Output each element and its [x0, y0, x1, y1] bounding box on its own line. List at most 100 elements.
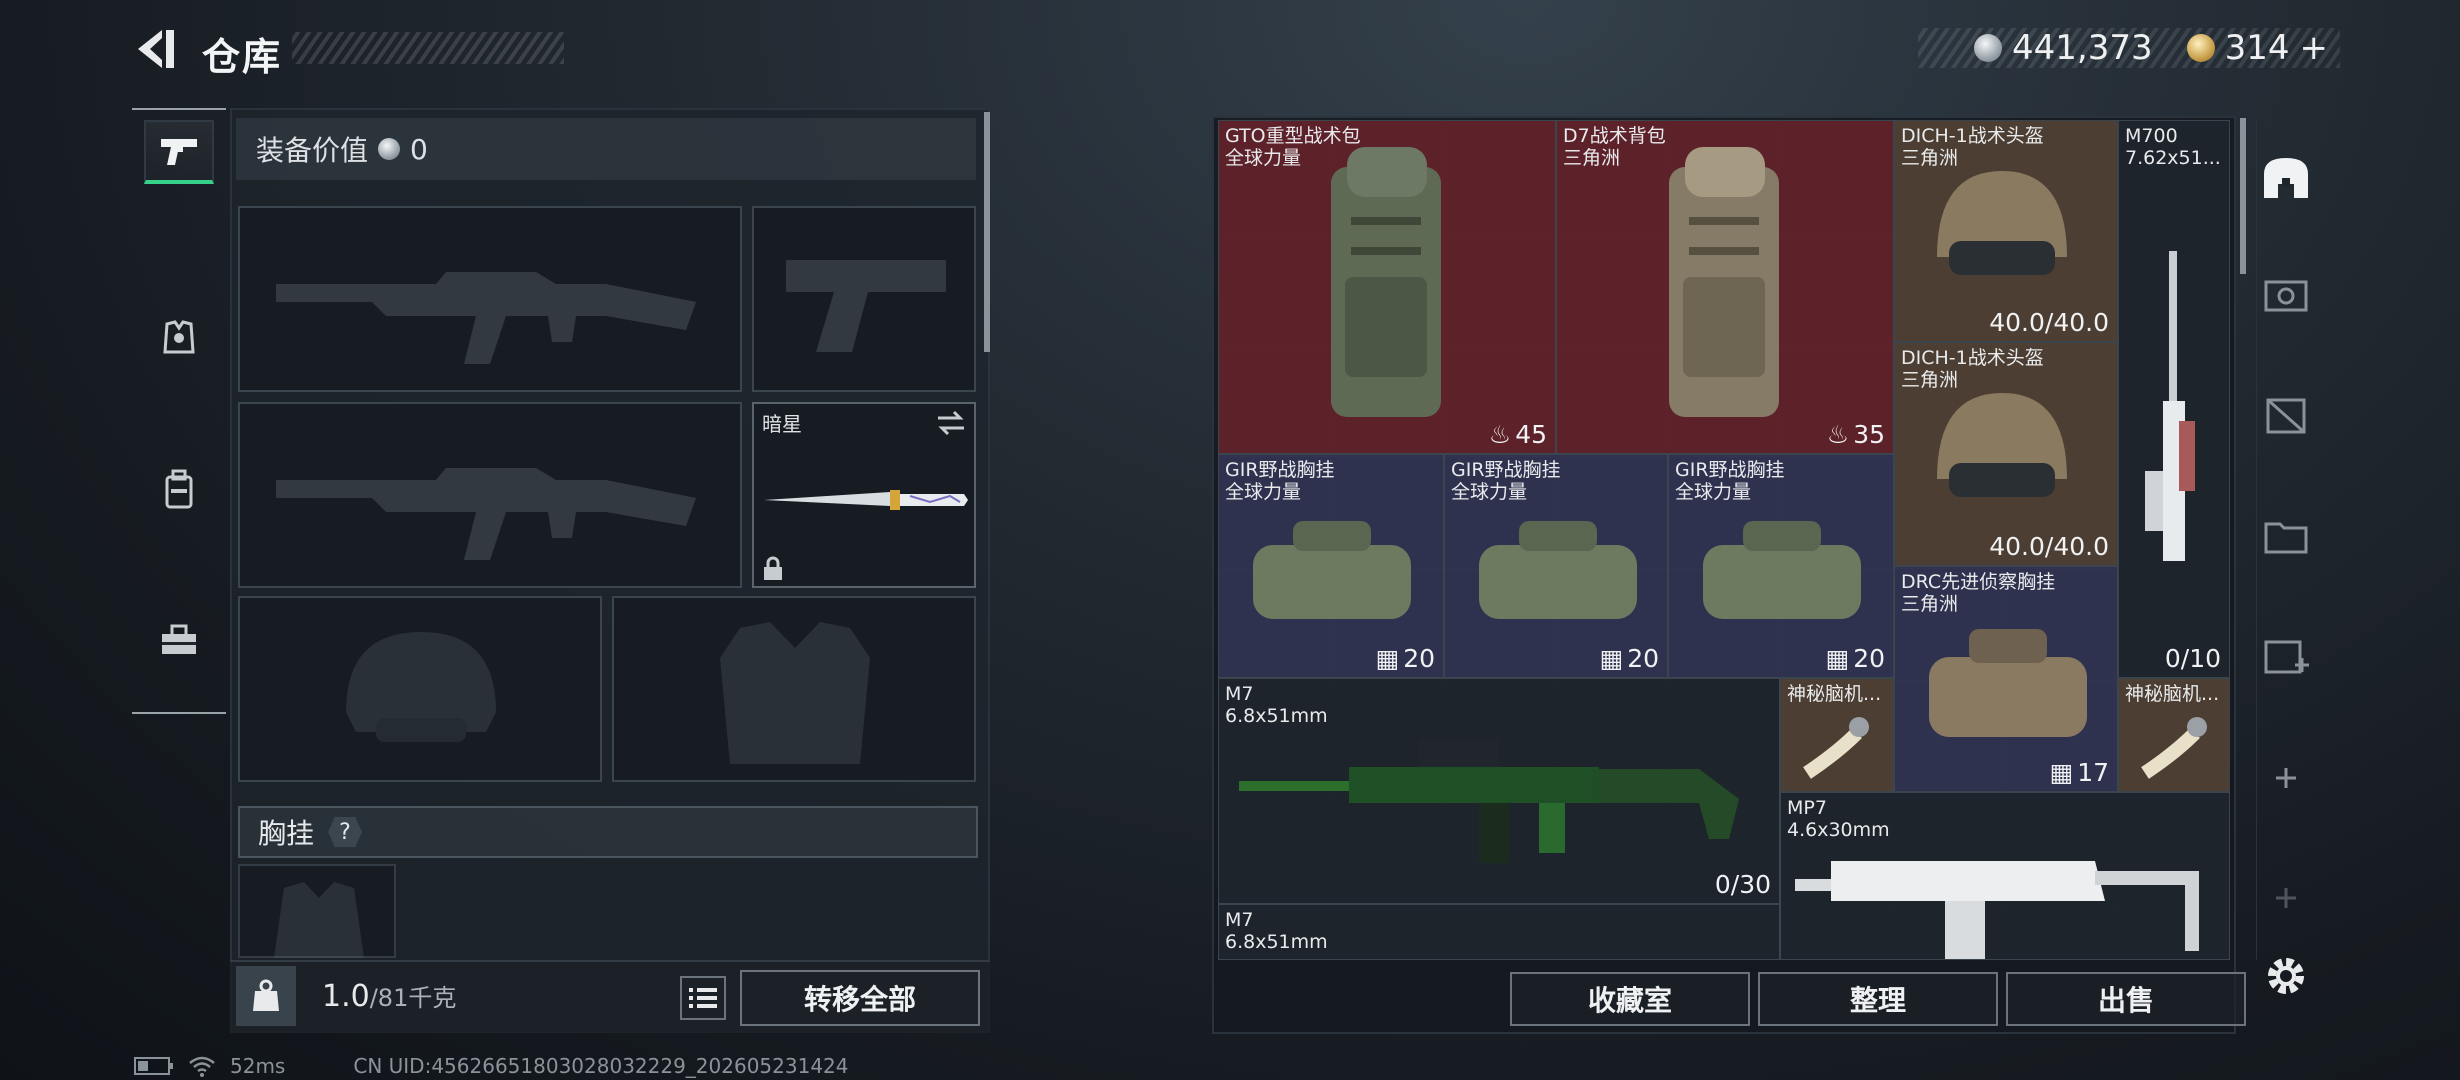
- tab-storage-folder[interactable]: [2256, 504, 2316, 564]
- helmet-slot[interactable]: [238, 596, 602, 782]
- silver-coin-icon: [1974, 34, 2002, 62]
- pistol-slot[interactable]: [752, 206, 976, 392]
- item-value: 35: [1853, 420, 1885, 449]
- tab-main-storage[interactable]: [2256, 148, 2316, 208]
- nav-toolbox[interactable]: [144, 608, 214, 672]
- back-arrow-icon: [138, 30, 174, 68]
- currency-bar: 441,373 314 +: [1918, 28, 2340, 68]
- gear-icon: [2268, 958, 2304, 994]
- item-m700[interactable]: M700 7.62x51... 0/10: [2118, 120, 2230, 678]
- item-name: GIR野战胸挂: [1225, 459, 1335, 481]
- item-value: 20: [1403, 644, 1435, 673]
- item-gto-backpack[interactable]: GTO重型战术包 全球力量 ♨ 45: [1218, 120, 1556, 454]
- swap-icon[interactable]: [936, 410, 966, 436]
- item-sub: 全球力量: [1225, 481, 1302, 503]
- chest-rig-header: 胸挂 ?: [238, 806, 978, 858]
- nav-backpack[interactable]: [144, 458, 214, 522]
- helmet-silhouette-icon: [346, 632, 496, 742]
- plus-icon: [2276, 888, 2296, 908]
- add-gold-button[interactable]: +: [2300, 28, 2329, 68]
- helmet-image: [1937, 393, 2067, 497]
- inventory-scrollbar[interactable]: [2240, 118, 2246, 274]
- item-mystery-chip-1[interactable]: 神秘脑机...: [1780, 678, 1894, 792]
- wifi-icon: [189, 1056, 215, 1077]
- nav-helmet-armor[interactable]: [144, 306, 214, 370]
- sniper-rifle-image: [2145, 251, 2195, 561]
- uid-readout: CN UID:456266518030280322​29_20260523142…: [353, 1054, 849, 1078]
- item-gir-rig-1[interactable]: GIR野战胸挂 全球力量 ▦ 20: [1218, 454, 1444, 678]
- item-name: 神秘脑机...: [2125, 683, 2220, 705]
- chest-rig-image: [1253, 521, 1411, 619]
- equipment-category-nav: [132, 108, 226, 714]
- primary-weapon-slot-1[interactable]: [238, 206, 742, 392]
- rifle-silhouette-icon: [276, 468, 696, 560]
- list-icon: [689, 988, 717, 1008]
- list-view-button[interactable]: [680, 976, 726, 1020]
- item-value: 20: [1627, 644, 1659, 673]
- safe-icon: [2264, 280, 2308, 312]
- back-button[interactable]: [132, 26, 178, 72]
- transfer-all-button[interactable]: 转移全部: [740, 970, 980, 1026]
- item-name: M700: [2125, 125, 2178, 147]
- item-dich1-helmet-2[interactable]: DICH-1战术头盔 三角洲 40.0/40.0: [1894, 342, 2118, 566]
- equipment-scrollbar[interactable]: [984, 112, 990, 352]
- page-title: 仓库: [202, 35, 283, 79]
- sell-button[interactable]: 出售: [2006, 972, 2246, 1026]
- nav-weapons[interactable]: [144, 120, 214, 184]
- settings-button[interactable]: [2256, 946, 2316, 1006]
- item-name: MP7: [1787, 797, 1827, 819]
- tab-storage-3[interactable]: [2256, 384, 2316, 444]
- primary-weapon-slot-2[interactable]: [238, 402, 742, 588]
- help-button[interactable]: ?: [328, 817, 363, 847]
- armor-silhouette-icon: [720, 622, 870, 764]
- item-drc-rig[interactable]: DRC先进侦察胸挂 三角洲 ▦ 17: [1894, 566, 2118, 792]
- toolbox-icon: [162, 624, 196, 654]
- chip-image: [2141, 717, 2207, 779]
- item-m7-rifle-2[interactable]: M7 6.8x51mm: [1218, 904, 1780, 960]
- rig-icon: ▦: [1825, 644, 1850, 673]
- chest-rig-slot[interactable]: [238, 864, 396, 958]
- smg-image: [1795, 861, 2199, 959]
- collection-room-button[interactable]: 收藏室: [1510, 972, 1750, 1026]
- rifle-silhouette-icon: [276, 272, 696, 364]
- item-d7-backpack[interactable]: D7战术背包 三角洲 ♨ 35: [1556, 120, 1894, 454]
- item-m7-rifle[interactable]: M7 6.8x51mm 0/30: [1218, 678, 1780, 904]
- rig-icon: ▦: [1375, 644, 1400, 673]
- pistol-icon: [161, 139, 197, 165]
- chest-rig-silhouette-icon: [274, 882, 364, 958]
- item-sub: 全球力量: [1451, 481, 1528, 503]
- melee-name: 暗星: [762, 412, 802, 436]
- body-armor-slot[interactable]: [612, 596, 976, 782]
- item-dich1-helmet[interactable]: DICH-1战术头盔 三角洲 40.0/40.0: [1894, 120, 2118, 342]
- equipment-value: 0: [410, 132, 428, 166]
- item-value: 20: [1853, 644, 1885, 673]
- backpack-icon: ♨: [1488, 420, 1512, 449]
- item-mp7[interactable]: MP7 4.6x30mm: [1780, 792, 2230, 960]
- melee-slot[interactable]: 暗星: [752, 402, 976, 588]
- add-storage-button-2[interactable]: [2256, 868, 2316, 928]
- silver-amount: 441,373: [2012, 28, 2153, 68]
- item-gir-rig-3[interactable]: GIR野战胸挂 全球力量 ▦ 20: [1668, 454, 1894, 678]
- weight-readout: 1.0/81千克: [322, 978, 456, 1014]
- tab-storage-medical[interactable]: [2256, 624, 2316, 684]
- weight-icon: [253, 979, 279, 1011]
- backpack-icon: ♨: [1826, 420, 1850, 449]
- organize-button[interactable]: 整理: [1758, 972, 1998, 1026]
- item-gir-rig-2[interactable]: GIR野战胸挂 全球力量 ▦ 20: [1444, 454, 1668, 678]
- item-name: GIR野战胸挂: [1675, 459, 1785, 481]
- tab-storage-4[interactable]: [2256, 262, 2316, 322]
- rig-icon: ▦: [1599, 644, 1624, 673]
- item-mystery-chip-2[interactable]: 神秘脑机...: [2118, 678, 2230, 792]
- item-value: 0/30: [1714, 870, 1771, 899]
- item-value: 45: [1515, 420, 1547, 449]
- item-sub: 全球力量: [1675, 481, 1752, 503]
- weight-icon-button[interactable]: [236, 966, 296, 1026]
- item-name: M7: [1225, 683, 1254, 705]
- chest-rig-image: [1703, 521, 1861, 619]
- silver-coin-icon: [378, 138, 401, 160]
- backpack-image: [1331, 147, 1441, 417]
- battery-icon: [134, 1057, 173, 1075]
- add-storage-button[interactable]: [2256, 748, 2316, 808]
- rifle-image: [1239, 739, 1739, 863]
- equipment-value-label: 装备价值: [256, 134, 369, 167]
